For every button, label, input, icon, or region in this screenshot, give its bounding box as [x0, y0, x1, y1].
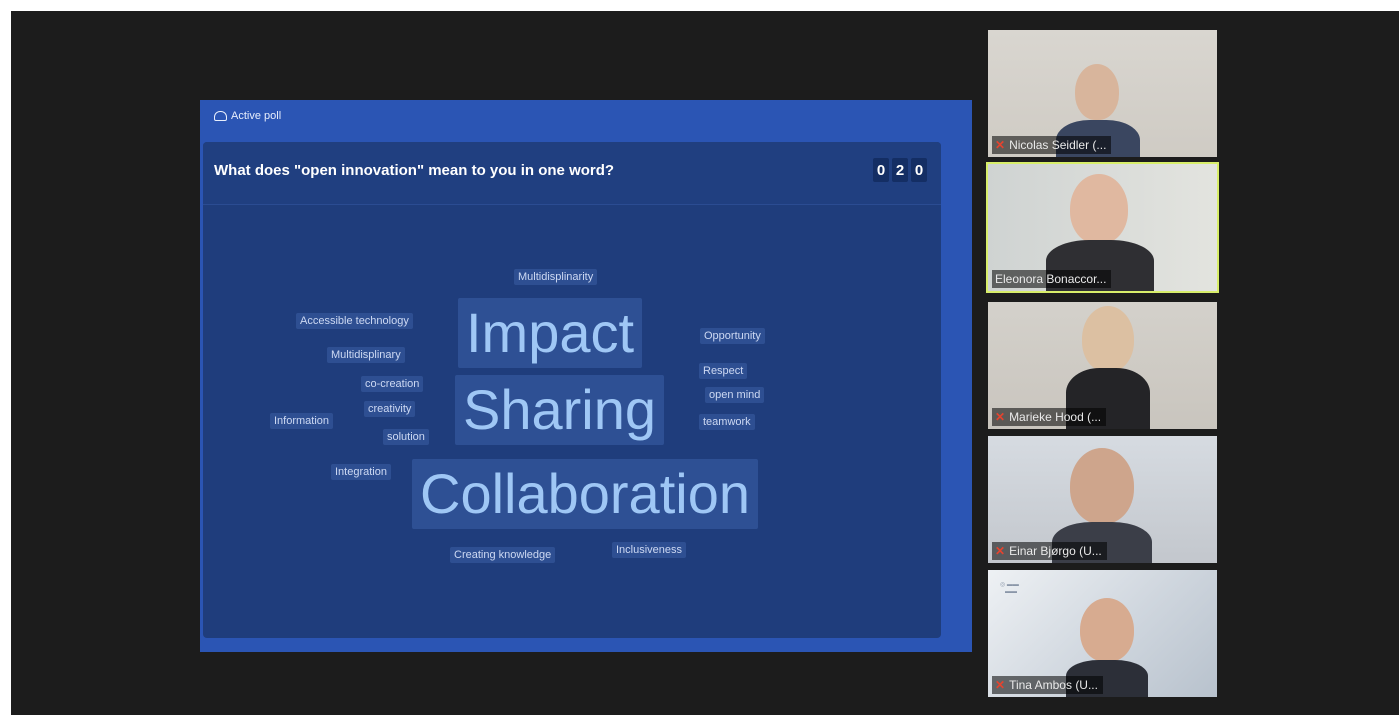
participant-tile[interactable]: ✕ Nicolas Seidler (...	[988, 30, 1217, 157]
active-poll-label: Active poll	[231, 110, 282, 122]
word-cloud-word-large: Impact	[458, 298, 643, 368]
word-cloud-word: solution	[383, 429, 429, 445]
word-cloud-word: teamwork	[699, 414, 755, 430]
participant-name: Marieke Hood (...	[1009, 410, 1102, 424]
poll-header: What does "open innovation" mean to you …	[203, 142, 941, 205]
word-cloud: Multidisplinarity Accessible technology …	[203, 204, 941, 638]
word-cloud-word-large: Collaboration	[412, 459, 758, 529]
counter-digit: 2	[892, 158, 908, 182]
participant-name-label: ✕ Nicolas Seidler (...	[992, 136, 1112, 154]
participant-name: Eleonora Bonaccor...	[995, 272, 1107, 286]
word-cloud-word: Integration	[331, 464, 391, 480]
active-poll-tag: Active poll	[214, 110, 281, 122]
participant-name: Nicolas Seidler (...	[1009, 138, 1107, 152]
participant-name-label: ✕ Tina Ambos (U...	[992, 676, 1103, 694]
word-cloud-word: Creating knowledge	[450, 547, 556, 563]
word-cloud-word: creativity	[364, 401, 416, 417]
poll-icon	[214, 111, 227, 121]
shared-screen-slide: Active poll What does "open innovation" …	[200, 100, 972, 652]
participant-tile[interactable]: ✕ Einar Bjørgo (U...	[988, 436, 1217, 563]
participant-name: Tina Ambos (U...	[1009, 678, 1098, 692]
muted-mic-icon: ✕	[995, 138, 1006, 152]
counter-digit: 0	[873, 158, 889, 182]
muted-mic-icon: ✕	[995, 544, 1006, 558]
participant-name: Einar Bjørgo (U...	[1009, 544, 1102, 558]
word-cloud-word: Respect	[699, 363, 748, 379]
virtual-background-logo: ◎ ▬▬ ▬▬	[1000, 582, 1019, 595]
word-cloud-word: co-creation	[361, 376, 424, 392]
muted-mic-icon: ✕	[995, 678, 1006, 692]
word-cloud-word: Multidisplinary	[327, 347, 405, 363]
participant-tile[interactable]: ✕ Marieke Hood (...	[988, 302, 1217, 429]
word-cloud-word-large: Sharing	[455, 375, 665, 445]
word-cloud-word: Accessible technology	[296, 313, 413, 329]
poll-question: What does "open innovation" mean to you …	[214, 162, 615, 179]
participant-name-label: ✕ Marieke Hood (...	[992, 408, 1107, 426]
muted-mic-icon: ✕	[995, 410, 1006, 424]
word-cloud-word: Opportunity	[700, 328, 765, 344]
response-counter: 0 2 0	[873, 158, 927, 182]
poll-card: What does "open innovation" mean to you …	[203, 142, 941, 638]
word-cloud-word: Information	[270, 413, 334, 429]
participant-name-label: ✕ Einar Bjørgo (U...	[992, 542, 1107, 560]
word-cloud-word: Inclusiveness	[612, 542, 687, 558]
participant-tile-active-speaker[interactable]: Eleonora Bonaccor...	[986, 162, 1219, 293]
participant-tile[interactable]: ◎ ▬▬ ▬▬ ✕ Tina Ambos (U...	[988, 570, 1217, 697]
counter-digit: 0	[911, 158, 927, 182]
word-cloud-word: Multidisplinarity	[514, 269, 598, 285]
word-cloud-word: open mind	[705, 387, 765, 403]
participant-name-label: Eleonora Bonaccor...	[992, 270, 1112, 288]
